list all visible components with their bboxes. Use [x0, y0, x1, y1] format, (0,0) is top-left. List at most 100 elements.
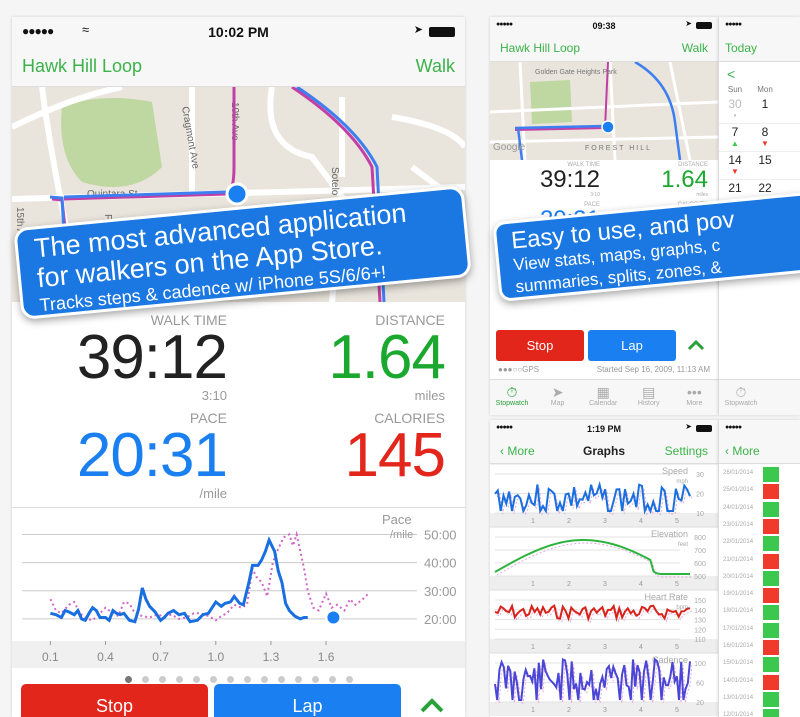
- route-map[interactable]: Golden Gate Heights Park FOREST HILL Goo…: [490, 62, 718, 160]
- page-dot[interactable]: [260, 676, 268, 683]
- tab-more[interactable]: ••• More: [672, 384, 716, 407]
- tab-calendar[interactable]: ▦ Calendar: [581, 384, 625, 407]
- stopwatch-icon: ⏱: [506, 384, 518, 400]
- status-indicator: [763, 484, 779, 500]
- history-row[interactable]: 18/01/2014: [719, 604, 800, 621]
- x-tick-label: 3: [603, 581, 607, 588]
- history-row[interactable]: 15/01/2014: [719, 656, 800, 673]
- average-series-line: [496, 485, 693, 516]
- x-tick-label: 1: [531, 518, 535, 525]
- stop-button[interactable]: Stop: [496, 330, 584, 361]
- back-chevron-icon[interactable]: <: [727, 66, 735, 82]
- calendar-day[interactable]: 7 ▲: [721, 125, 749, 148]
- tab-stopwatch[interactable]: ⏱ Stopwatch: [719, 384, 763, 407]
- calendar-day[interactable]: 8 ▼: [751, 125, 779, 148]
- stop-button[interactable]: Stop: [21, 684, 208, 717]
- page-dot[interactable]: [226, 676, 234, 683]
- route-title-button[interactable]: Hawk Hill Loop: [500, 41, 580, 55]
- row-date: 18/01/2014: [723, 608, 754, 615]
- tab-map[interactable]: ➤ Map: [536, 384, 580, 407]
- history-row[interactable]: 23/01/2014: [719, 518, 800, 535]
- distance-value: 1.64: [328, 323, 446, 392]
- calendar-day[interactable]: 1: [751, 97, 779, 111]
- x-tick-label: 1.6: [318, 650, 335, 664]
- history-row[interactable]: 25/01/2014: [719, 483, 800, 500]
- back-more-button[interactable]: ‹ More: [725, 444, 760, 458]
- weekday-label: Mon: [757, 85, 773, 94]
- expand-chevron-up-icon[interactable]: [417, 689, 447, 717]
- history-row[interactable]: 24/01/2014: [719, 501, 800, 518]
- divider: [719, 179, 800, 180]
- x-tick-label: 2: [567, 707, 571, 714]
- x-tick-label: 0.4: [97, 650, 114, 664]
- page-dot[interactable]: [158, 676, 166, 683]
- page-dot[interactable]: [192, 676, 200, 683]
- day-number: 21: [728, 181, 742, 195]
- status-indicator: [763, 691, 779, 707]
- page-dot[interactable]: [124, 676, 132, 683]
- page-dot[interactable]: [141, 676, 149, 683]
- status-bar: ●●●●● 1:19 PM ➤: [490, 420, 718, 438]
- page-dot[interactable]: [277, 676, 285, 683]
- page-dot[interactable]: [175, 676, 183, 683]
- activity-type-button[interactable]: Walk: [682, 41, 708, 55]
- calendar-day[interactable]: 30 •: [721, 97, 749, 120]
- lap-button[interactable]: Lap: [588, 330, 676, 361]
- day-number: 22: [758, 181, 772, 195]
- history-row[interactable]: 13/01/2014: [719, 691, 800, 708]
- x-tick-label: 5: [675, 707, 679, 714]
- status-time: 09:38: [592, 21, 616, 31]
- status-indicator: [763, 605, 779, 621]
- lap-button[interactable]: Lap: [214, 684, 401, 717]
- history-row[interactable]: 26/01/2014: [719, 466, 800, 483]
- calendar-day[interactable]: 15: [751, 153, 779, 167]
- page-dot[interactable]: [294, 676, 302, 683]
- mini-graphs[interactable]: 30 20 10 1 2 3 4 5 Speed mph 800 700 600 500 1 2 3 4 5 Elev…: [490, 464, 718, 717]
- history-row[interactable]: 17/01/2014: [719, 622, 800, 639]
- x-tick-label: 5: [675, 518, 679, 525]
- location-arrow-icon: ➤: [551, 384, 564, 400]
- route-title-button[interactable]: Hawk Hill Loop: [22, 56, 142, 77]
- battery-icon: [696, 425, 712, 432]
- current-position-marker: [325, 609, 342, 626]
- page-dot[interactable]: [311, 676, 319, 683]
- history-row[interactable]: 12/01/2014: [719, 708, 800, 717]
- history-row[interactable]: 20/01/2014: [719, 570, 800, 587]
- calendar-grid-icon: ▦: [596, 384, 610, 400]
- walk-time-value: 39:12: [76, 323, 228, 392]
- page-dot[interactable]: [345, 676, 353, 683]
- calendar-day[interactable]: 21: [721, 181, 749, 195]
- status-indicator: [763, 709, 779, 717]
- pace-chart: 20:00 30:00 40:00 50:00 Pace/mile 0.1 0.4 0.7 1.…: [12, 512, 465, 668]
- row-date: 22/01/2014: [723, 539, 754, 546]
- y-tick-label: 50:00: [424, 527, 457, 542]
- status-indicator: [763, 536, 779, 552]
- x-tick-label: 3: [603, 707, 607, 714]
- x-tick-label: 4: [639, 581, 643, 588]
- activity-type-button[interactable]: Walk: [416, 56, 455, 77]
- x-tick-label: 2: [567, 644, 571, 651]
- expand-chevron-up-icon[interactable]: [686, 335, 706, 355]
- day-number: 7: [731, 125, 739, 139]
- status-bar: ●●●●● 09:38 ➤: [490, 17, 718, 35]
- status-indicator: [763, 622, 779, 638]
- status-time: 1:19 PM: [586, 424, 621, 434]
- tab-stopwatch[interactable]: ⏱ Stopwatch: [490, 384, 534, 407]
- page-dot[interactable]: [209, 676, 217, 683]
- calendar-day[interactable]: 14 ▼: [721, 153, 749, 176]
- today-button[interactable]: Today: [725, 41, 757, 55]
- history-row[interactable]: 19/01/2014: [719, 587, 800, 604]
- page-dot[interactable]: [243, 676, 251, 683]
- history-row[interactable]: 16/01/2014: [719, 639, 800, 656]
- history-row[interactable]: 14/01/2014: [719, 674, 800, 691]
- history-row[interactable]: 22/01/2014: [719, 535, 800, 552]
- tab-history[interactable]: ▤ History: [627, 384, 671, 407]
- calendar-day[interactable]: 22: [751, 181, 779, 195]
- settings-button[interactable]: Settings: [665, 444, 708, 458]
- x-tick-label: 4: [639, 644, 643, 651]
- trend-down-icon: ▼: [731, 167, 739, 176]
- pace-graph[interactable]: 20:00 30:00 40:00 50:00 Pace/mile 0.1 0.4 0.7 1.…: [12, 507, 465, 668]
- graph-unit: feet: [678, 542, 688, 548]
- page-dot[interactable]: [328, 676, 336, 683]
- history-row[interactable]: 21/01/2014: [719, 553, 800, 570]
